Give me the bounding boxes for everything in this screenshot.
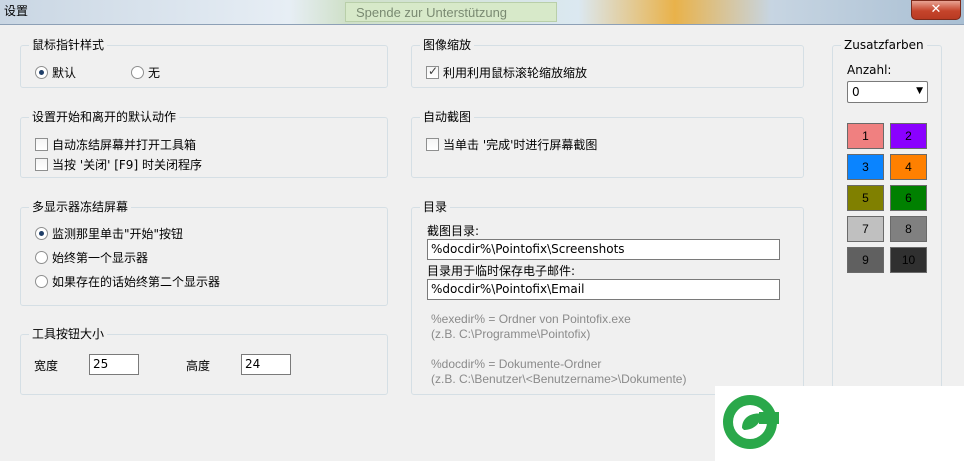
color-swatch-1[interactable]: 1 bbox=[847, 123, 884, 149]
multi-monitor-group: 多显示器冻结屏幕 监测那里单击"开始"按钮 始终第一个显示器 如果存在的话始终第… bbox=[20, 199, 388, 306]
toolbar-size-legend: 工具按钮大小 bbox=[29, 326, 108, 342]
checkbox[interactable] bbox=[35, 138, 48, 151]
exedir-note: %exedir% = Ordner von Pointofix.exe bbox=[431, 312, 631, 326]
radio-monitor-detect-start[interactable]: 监测那里单击"开始"按钮 bbox=[35, 225, 183, 242]
color-swatch-8[interactable]: 8 bbox=[890, 216, 927, 242]
directory-group: 目录 截图目录: %docdir%\Pointofix\Screenshots … bbox=[411, 199, 804, 395]
start-exit-group: 设置开始和离开的默认动作 自动冻结屏幕并打开工具箱 当按 '关闭' [F9] 时… bbox=[20, 109, 388, 178]
image-zoom-legend: 图像缩放 bbox=[420, 37, 475, 53]
checkbox-label: 利用利用鼠标滚轮缩放缩放 bbox=[443, 66, 588, 80]
color-swatch-label: 7 bbox=[862, 222, 869, 236]
leaf-logo-icon bbox=[723, 395, 779, 449]
checkbox-close-on-f9[interactable]: 当按 '关闭' [F9] 时关闭程序 bbox=[35, 156, 202, 173]
pointer-style-group: 鼠标指针样式 默认 无 bbox=[20, 37, 388, 88]
directory-legend: 目录 bbox=[420, 199, 451, 215]
color-swatch-label: 5 bbox=[862, 191, 869, 205]
auto-capture-legend: 自动截图 bbox=[420, 109, 475, 125]
close-button[interactable]: ✕ bbox=[911, 0, 961, 20]
color-swatch-6[interactable]: 6 bbox=[890, 185, 927, 211]
radio-monitor-first[interactable]: 始终第一个显示器 bbox=[35, 249, 148, 266]
checkbox-label: 自动冻结屏幕并打开工具箱 bbox=[52, 138, 197, 152]
window-title: 设置 bbox=[4, 4, 29, 18]
settings-window: 设置 ✕ 鼠标指针样式 默认 无 图像缩放 利用利用鼠标滚轮缩放缩放 设 bbox=[0, 0, 964, 461]
color-count-value: 0 bbox=[852, 85, 860, 99]
checkbox-mouse-wheel-zoom[interactable]: 利用利用鼠标滚轮缩放缩放 bbox=[426, 64, 587, 81]
radio-label: 无 bbox=[148, 66, 161, 80]
height-label: 高度 bbox=[186, 359, 211, 373]
docdir-example: (z.B. C:\Benutzer\<Benutzername>\Dokumen… bbox=[431, 372, 687, 386]
docdir-note: %docdir% = Dokumente-Ordner bbox=[431, 357, 602, 371]
multi-monitor-legend: 多显示器冻结屏幕 bbox=[29, 199, 132, 215]
color-swatch-3[interactable]: 3 bbox=[847, 154, 884, 180]
color-count-label: Anzahl: bbox=[847, 63, 892, 77]
email-dir-label: 目录用于临时保存电子邮件: bbox=[427, 264, 576, 278]
radio-label: 默认 bbox=[52, 66, 77, 80]
chevron-down-icon: ▼ bbox=[916, 86, 923, 96]
color-swatch-7[interactable]: 7 bbox=[847, 216, 884, 242]
color-swatch-label: 2 bbox=[905, 129, 912, 143]
color-swatch-label: 8 bbox=[905, 222, 912, 236]
checkbox-label: 当单击 '完成'时进行屏幕截图 bbox=[443, 138, 598, 152]
radio-button[interactable] bbox=[35, 66, 48, 79]
color-swatch-9[interactable]: 9 bbox=[847, 247, 884, 273]
extra-colors-legend: Zusatzfarben bbox=[841, 37, 927, 53]
radio-label: 监测那里单击"开始"按钮 bbox=[52, 227, 184, 241]
close-icon: ✕ bbox=[930, 2, 942, 17]
checkbox[interactable] bbox=[426, 64, 439, 79]
color-swatch-label: 1 bbox=[862, 129, 869, 143]
radio-label: 如果存在的话始终第二个显示器 bbox=[52, 275, 221, 289]
height-input[interactable]: 24 bbox=[241, 354, 291, 375]
title-bar[interactable]: 设置 ✕ bbox=[0, 0, 964, 22]
color-swatch-label: 3 bbox=[862, 160, 869, 174]
color-swatch-2[interactable]: 2 bbox=[890, 123, 927, 149]
checkbox[interactable] bbox=[426, 138, 439, 151]
color-swatch-label: 10 bbox=[901, 253, 916, 267]
radio-label: 始终第一个显示器 bbox=[52, 251, 149, 265]
logo-area bbox=[715, 386, 964, 461]
color-swatch-4[interactable]: 4 bbox=[890, 154, 927, 180]
exedir-example: (z.B. C:\Programme\Pointofix) bbox=[431, 327, 591, 341]
radio-monitor-second[interactable]: 如果存在的话始终第二个显示器 bbox=[35, 273, 220, 290]
color-swatch-label: 6 bbox=[905, 191, 912, 205]
checkbox-label: 当按 '关闭' [F9] 时关闭程序 bbox=[52, 158, 202, 172]
image-zoom-group: 图像缩放 利用利用鼠标滚轮缩放缩放 bbox=[411, 37, 804, 88]
radio-button[interactable] bbox=[35, 227, 48, 240]
screenshots-dir-label: 截图目录: bbox=[427, 224, 480, 238]
color-swatch-5[interactable]: 5 bbox=[847, 185, 884, 211]
checkbox-auto-freeze[interactable]: 自动冻结屏幕并打开工具箱 bbox=[35, 136, 196, 153]
checkbox-capture-on-done[interactable]: 当单击 '完成'时进行屏幕截图 bbox=[426, 136, 597, 153]
radio-button[interactable] bbox=[131, 66, 144, 79]
color-swatch-label: 9 bbox=[862, 253, 869, 267]
color-swatch-10[interactable]: 10 bbox=[890, 247, 927, 273]
start-exit-legend: 设置开始和离开的默认动作 bbox=[29, 109, 180, 125]
radio-pointer-none[interactable]: 无 bbox=[131, 64, 160, 81]
color-count-select[interactable]: 0 ▼ bbox=[847, 81, 928, 103]
auto-capture-group: 自动截图 当单击 '完成'时进行屏幕截图 bbox=[411, 109, 804, 178]
radio-button[interactable] bbox=[35, 275, 48, 288]
screenshots-dir-input[interactable]: %docdir%\Pointofix\Screenshots bbox=[427, 239, 780, 260]
radio-pointer-default[interactable]: 默认 bbox=[35, 64, 76, 81]
radio-button[interactable] bbox=[35, 251, 48, 264]
toolbar-size-group: 工具按钮大小 宽度 25 高度 24 bbox=[20, 326, 388, 395]
width-label: 宽度 bbox=[34, 359, 59, 373]
width-input[interactable]: 25 bbox=[89, 354, 139, 375]
email-dir-input[interactable]: %docdir%\Pointofix\Email bbox=[427, 279, 780, 300]
checkbox[interactable] bbox=[35, 158, 48, 171]
color-swatch-label: 4 bbox=[905, 160, 912, 174]
pointer-style-legend: 鼠标指针样式 bbox=[29, 37, 108, 53]
